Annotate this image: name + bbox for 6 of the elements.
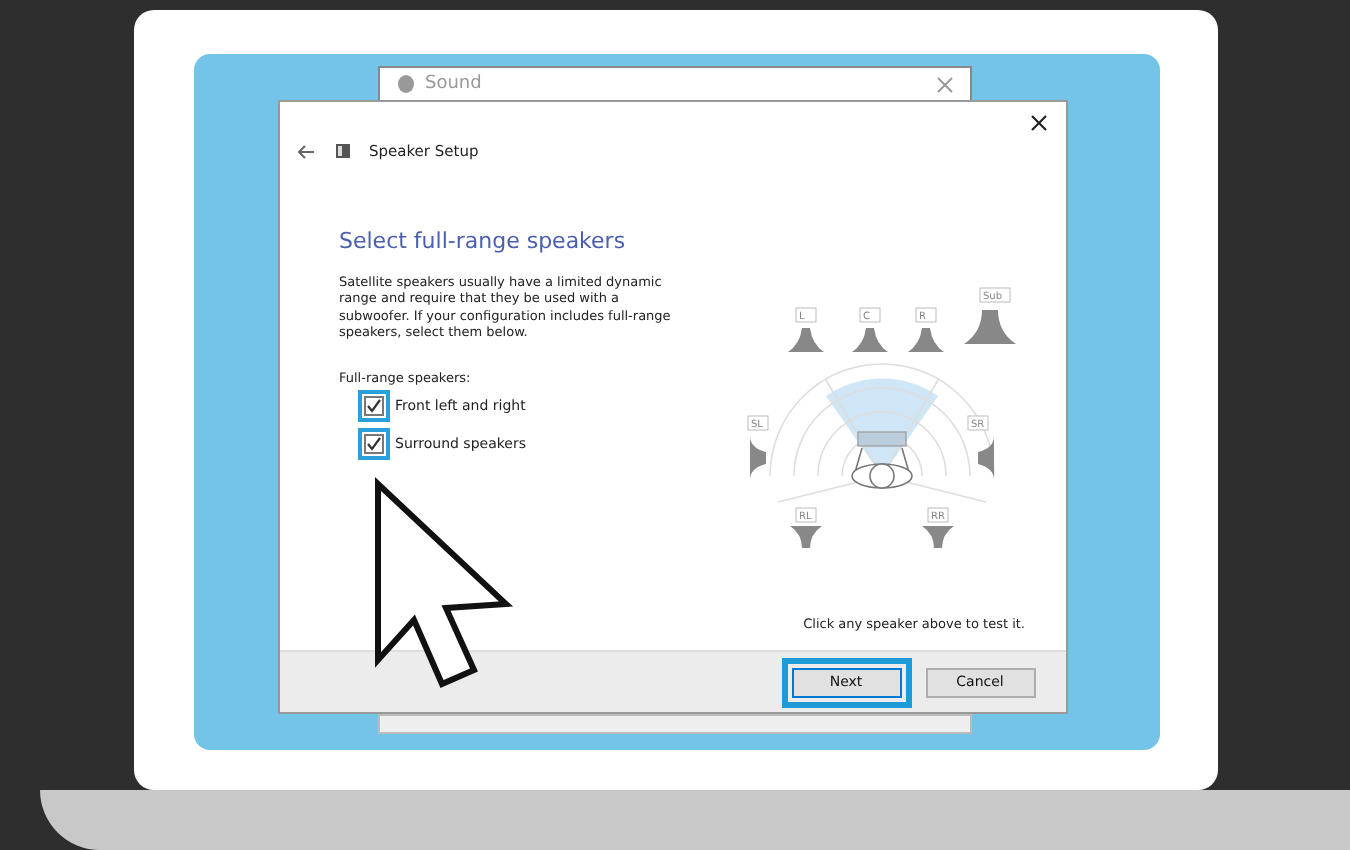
checkbox[interactable]: [363, 433, 383, 454]
window-title: Sound: [425, 74, 482, 94]
checkbox[interactable]: [363, 395, 383, 416]
back-arrow-icon[interactable]: [295, 143, 315, 159]
dialog-heading: Select full-range speakers: [339, 228, 628, 254]
close-icon[interactable]: [1029, 114, 1047, 132]
